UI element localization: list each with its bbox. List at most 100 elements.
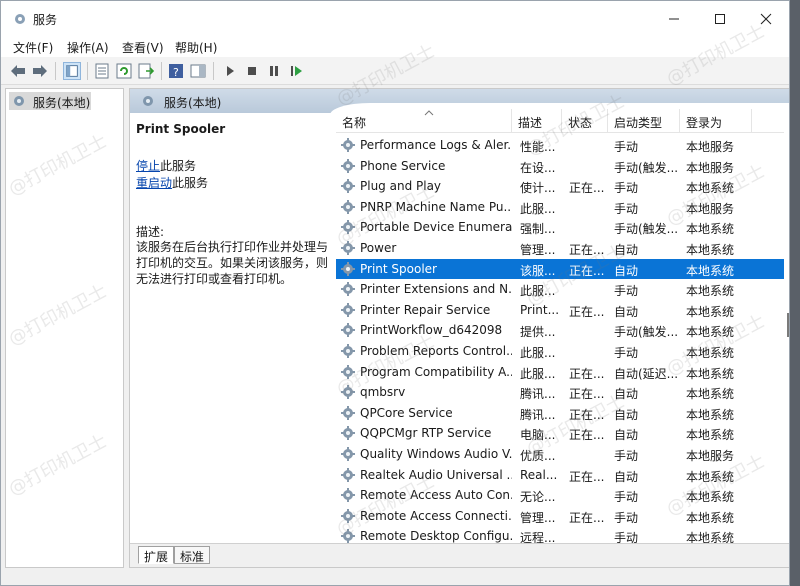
column-logon-label: 登录为 xyxy=(686,116,723,130)
restart-service-link[interactable]: 重启动 xyxy=(136,176,172,190)
service-description-cell: 性能... xyxy=(520,140,556,154)
service-name-cell: Remote Desktop Configu... xyxy=(360,529,512,544)
service-logon-cell: 本地系统 xyxy=(686,428,735,443)
service-status-cell: 正在... xyxy=(569,428,605,443)
service-startup-cell: 手动 xyxy=(614,201,639,216)
table-row[interactable]: Plug and Play 使计... 正在... 手动 本地系统 xyxy=(336,176,784,196)
gear-icon xyxy=(341,529,355,544)
description-text: 该服务在后台执行打印作业并处理与打印机的交互。如果关闭该服务，则无法进行打印或查… xyxy=(136,240,329,286)
tree-item-services-local[interactable]: 服务(本地) xyxy=(9,92,91,110)
service-startup-cell: 手动(触发... xyxy=(614,325,679,340)
service-logon-cell: 本地系统 xyxy=(686,346,735,360)
table-row[interactable]: PNRP Machine Name Pu... 此服... 手动 本地服务 xyxy=(336,197,784,217)
help-icon[interactable]: ? xyxy=(167,62,185,80)
table-row[interactable]: Print Spooler 该服... 正在... 自动 本地系统 xyxy=(336,258,784,279)
scrollbar-thumb[interactable] xyxy=(787,313,789,337)
gear-icon xyxy=(341,508,355,523)
table-row[interactable]: Portable Device Enumera... 强制... 手动(触发... 本… xyxy=(336,217,784,237)
service-logon-cell: 本地系统 xyxy=(686,263,735,278)
table-row[interactable]: Power 管理... 正在... 自动 本地系统 xyxy=(336,238,784,258)
maximize-button[interactable] xyxy=(697,1,743,37)
forward-arrow-icon[interactable] xyxy=(31,62,49,80)
table-row[interactable]: Printer Repair Service Print... 正在... 自动 本地系… xyxy=(336,300,784,320)
tab-standard[interactable]: 标准 xyxy=(174,546,211,564)
gear-icon xyxy=(341,220,355,235)
service-startup-cell: 手动 xyxy=(614,181,639,196)
column-header-status[interactable]: 状态 xyxy=(562,109,608,133)
table-row[interactable]: Phone Service 在设... 手动(触发... 本地服务 xyxy=(336,156,784,176)
minimize-button[interactable] xyxy=(651,1,697,37)
service-description-cell: 使计... xyxy=(520,181,556,196)
service-description-cell: Real... xyxy=(520,467,558,482)
refresh-icon[interactable] xyxy=(115,62,133,80)
restart-icon[interactable] xyxy=(287,62,305,80)
table-row[interactable]: QQPCMgr RTP Service 电脑... 正在... 自动 本地系统 xyxy=(336,423,784,443)
table-row[interactable]: qmbsrv 腾讯... 正在... 自动 本地系统 xyxy=(336,382,784,402)
column-status-label: 状态 xyxy=(568,116,593,130)
service-logon-cell: 本地系统 xyxy=(686,490,735,505)
table-row[interactable]: QPCore Service 腾讯... 正在... 自动 本地系统 xyxy=(336,403,784,423)
minimize-icon xyxy=(669,18,679,20)
console-tree-icon[interactable] xyxy=(63,62,81,80)
service-name-cell: QPCore Service xyxy=(360,405,453,420)
table-row[interactable]: PrintWorkflow_d642098 提供... 手动(触发... 本地系统 xyxy=(336,320,784,340)
vertical-scrollbar[interactable] xyxy=(784,133,789,543)
service-name-cell: Performance Logs & Aler... xyxy=(360,138,512,152)
play-icon[interactable] xyxy=(221,62,239,80)
column-header-logon-as[interactable]: 登录为 xyxy=(680,109,752,133)
title-bar: 服务 xyxy=(1,1,789,37)
gear-icon xyxy=(341,467,355,482)
restart-service-suffix: 此服务 xyxy=(172,176,209,190)
services-list: 名称 描述 状态 启动类型 登录为 Performance Logs & Ale… xyxy=(336,109,784,545)
close-button[interactable] xyxy=(743,1,789,37)
gear-icon xyxy=(341,282,355,297)
table-row[interactable]: Quality Windows Audio V... 优质... 手动 本地服务 xyxy=(336,444,784,464)
service-logon-cell: 本地系统 xyxy=(686,387,735,402)
column-name-label: 名称 xyxy=(342,116,367,130)
show-hide-icon[interactable] xyxy=(189,62,207,80)
table-row[interactable]: Problem Reports Control... 此服... 手动 本地系统 xyxy=(336,341,784,361)
service-logon-cell: 本地服务 xyxy=(686,449,735,463)
properties-icon[interactable] xyxy=(93,62,111,80)
service-name-cell: PNRP Machine Name Pu... xyxy=(360,199,512,214)
gear-icon xyxy=(341,179,355,194)
menu-action[interactable]: 操作(A) xyxy=(67,39,109,56)
pause-icon[interactable] xyxy=(265,62,283,80)
gear-icon xyxy=(143,96,153,106)
menu-help[interactable]: 帮助(H) xyxy=(175,39,217,56)
tab-extended[interactable]: 扩展 xyxy=(138,546,175,564)
service-startup-cell: 手动 xyxy=(614,490,639,505)
service-logon-cell: 本地系统 xyxy=(686,243,735,257)
service-description-cell: 腾讯... xyxy=(520,387,556,402)
table-row[interactable]: Performance Logs & Aler... 性能... 手动 本地服务 xyxy=(336,135,784,155)
back-arrow-icon[interactable] xyxy=(9,62,27,80)
service-status-cell: 正在... xyxy=(569,510,605,525)
service-startup-cell: 手动(触发... xyxy=(614,160,679,175)
list-header: 名称 描述 状态 启动类型 登录为 xyxy=(336,109,784,133)
services-window: 服务 文件(F) 操作(A) 查看(V) 帮助(H) ? 服务(本地) 服务(本… xyxy=(0,0,790,586)
menu-bar: 文件(F) 操作(A) 查看(V) 帮助(H) xyxy=(1,37,789,57)
column-header-description[interactable]: 描述 xyxy=(512,109,562,133)
service-name-cell: Realtek Audio Universal ... xyxy=(360,467,512,482)
table-row[interactable]: Realtek Audio Universal ... Real... 正在... 自… xyxy=(336,465,784,485)
table-row[interactable]: Remote Access Auto Con... 无论... 手动 本地系统 xyxy=(336,485,784,505)
svg-text:?: ? xyxy=(173,66,179,79)
service-description-cell: 此服... xyxy=(520,284,556,299)
service-description-cell: Print... xyxy=(520,302,560,317)
table-row[interactable]: Remote Access Connecti... 管理... 正在... 手动 本地系… xyxy=(336,506,784,526)
table-row[interactable]: Printer Extensions and N... 此服... 手动 本地系统 xyxy=(336,279,784,299)
gear-icon xyxy=(341,302,355,317)
services-app-icon xyxy=(15,14,25,24)
table-row[interactable]: Program Compatibility A... 此服... 正在... 自动(延… xyxy=(336,362,784,382)
column-header-startup-type[interactable]: 启动类型 xyxy=(608,109,680,133)
service-name-cell: Printer Extensions and N... xyxy=(360,282,512,297)
stop-service-link[interactable]: 停止 xyxy=(136,159,160,173)
column-header-name[interactable]: 名称 xyxy=(336,109,512,133)
stop-icon[interactable] xyxy=(243,62,261,80)
menu-view[interactable]: 查看(V) xyxy=(122,39,164,56)
pane-header-title: 服务(本地) xyxy=(164,96,222,110)
export-list-icon[interactable] xyxy=(137,62,155,80)
service-name-cell: Remote Access Auto Con... xyxy=(360,488,512,503)
menu-file[interactable]: 文件(F) xyxy=(13,39,53,56)
service-description-cell: 提供... xyxy=(520,325,556,340)
